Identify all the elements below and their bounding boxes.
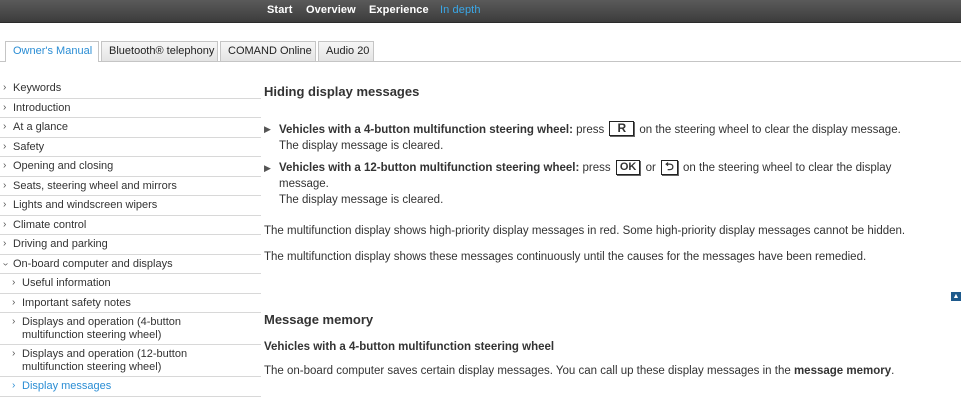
sidebar-item-label: Lights and windscreen wipers [13,199,158,211]
sidebar-item-on-board-computer[interactable]: › On-board computer and displays [0,255,261,274]
sidebar-item-label: Introduction [13,101,71,114]
chevron-right-icon: › [3,199,7,210]
nav-overview-link[interactable]: Overview [306,4,356,16]
tab-owners-manual[interactable]: Owner's Manual [5,41,99,62]
step-text: press [576,124,605,136]
sidebar-item-label: Safety [13,140,45,153]
paragraph-text: The on-board computer saves certain disp… [264,365,791,377]
sidebar-item-label: Displays and operation (4-button multifu… [22,316,181,341]
step-condition: Vehicles with a 12-button multifunction … [279,162,580,174]
section-title-hiding-messages: Hiding display messages [264,84,420,99]
subheading-4-button: Vehicles with a 4-button multifunction s… [264,341,555,353]
chevron-right-icon: › [3,140,7,152]
chevron-right-icon: › [3,179,7,191]
sidebar-item-label: Displays and operation (12-button multif… [22,348,188,373]
step-text: on the steering wheel to clear the displ… [639,124,901,136]
sidebar-item-driving-and-parking[interactable]: › Driving and parking [0,235,261,255]
sidebar-item-display-messages[interactable]: › Display messages [0,377,261,397]
sidebar-item-label: Opening and closing [13,160,114,172]
tab-bluetooth-telephony[interactable]: Bluetooth® telephony [101,41,218,61]
ok-key-icon: OK [615,160,641,175]
sidebar-item-climate-control[interactable]: › Climate control [0,216,261,235]
sidebar-item-useful-information[interactable]: › Useful information [0,274,261,294]
step-condition: Vehicles with a 4-button multifunction s… [279,124,573,136]
sidebar-item-displays-12-button[interactable]: › Displays and operation (12-button multi… [0,345,261,377]
sidebar-item-introduction[interactable]: › Introduction [0,99,261,118]
chevron-right-icon: › [3,218,7,230]
step-text: press [582,162,611,174]
back-to-top-icon[interactable]: ▲ [951,292,961,301]
sidebar-item-displays-4-button[interactable]: › Displays and operation (4-button multif… [0,313,261,345]
sidebar-item-safety[interactable]: › Safety [0,138,261,157]
instruction-step-12-button: ▶ Vehicles with a 12-button multifunctio… [264,160,944,192]
chevron-right-icon: › [3,238,7,249]
chevron-right-icon: › [3,121,7,132]
sidebar-item-label: Driving and parking [13,238,108,250]
paragraph-message-memory: The on-board computer saves certain disp… [264,363,954,379]
sidebar-item-label: On-board computer and displays [13,257,173,270]
sidebar-navigation: › Keywords › Introduction › At a glance › Sa… [0,79,261,397]
section-title-message-memory: Message memory [264,312,374,327]
main-content: Hiding display messages ▶ Vehicles with … [264,84,954,379]
tabs-divider [0,61,961,62]
sidebar-item-label: At a glance [13,121,69,133]
step-arrow-icon: ▶ [264,163,271,173]
paragraph-text: . [891,365,895,377]
step-result: The display message is cleared. [279,140,444,152]
sidebar-item-label: Display messages [22,380,112,392]
sidebar-item-label: Keywords [13,82,62,94]
step-arrow-icon: ▶ [264,124,271,134]
back-key-icon: ⮌ [661,160,678,175]
nav-in-depth-link[interactable]: In depth [440,4,481,16]
sidebar-item-at-a-glance[interactable]: › At a glance [0,118,261,138]
sidebar-item-label: Seats, steering wheel and mirrors [13,179,177,192]
sidebar-item-label: Useful information [22,277,111,289]
sidebar-item-lights-wipers[interactable]: › Lights and windscreen wipers [0,196,261,216]
chevron-right-icon: › [12,316,16,327]
tab-comand-online[interactable]: COMAND Online [220,41,316,61]
chevron-right-icon: › [12,348,16,359]
chevron-right-icon: › [12,277,16,288]
chevron-right-icon: › [12,380,16,391]
paragraph-high-priority: The multifunction display shows high-pri… [264,225,906,237]
nav-start-link[interactable]: Start [267,4,293,16]
nav-experience-link[interactable]: Experience [369,4,429,16]
instruction-step-4-button: ▶ Vehicles with a 4-button multifunction… [264,121,954,138]
sidebar-item-seats-steering-mirrors[interactable]: › Seats, steering wheel and mirrors [0,177,261,196]
sidebar-item-keywords[interactable]: › Keywords [0,79,261,99]
message-memory-term: message memory [793,365,892,377]
paragraph-continuous: The multifunction display shows these me… [264,251,867,263]
step-result: The display message is cleared. [279,194,444,206]
r-key-icon: R [609,121,635,136]
chevron-right-icon: › [3,101,7,113]
chevron-right-icon: › [3,160,7,171]
chevron-down-icon: › [0,262,11,266]
sidebar-item-important-safety-notes[interactable]: › Important safety notes [0,294,261,313]
chevron-right-icon: › [12,296,16,308]
step-text: or [645,162,656,174]
chevron-right-icon: › [3,82,7,93]
sidebar-item-label: Climate control [13,218,87,231]
sidebar-item-opening-and-closing[interactable]: › Opening and closing [0,157,261,177]
top-navigation-bar: Start Overview Experience In depth [0,0,961,23]
sidebar-item-label: Important safety notes [22,296,131,309]
tab-audio-20[interactable]: Audio 20 [318,41,374,61]
